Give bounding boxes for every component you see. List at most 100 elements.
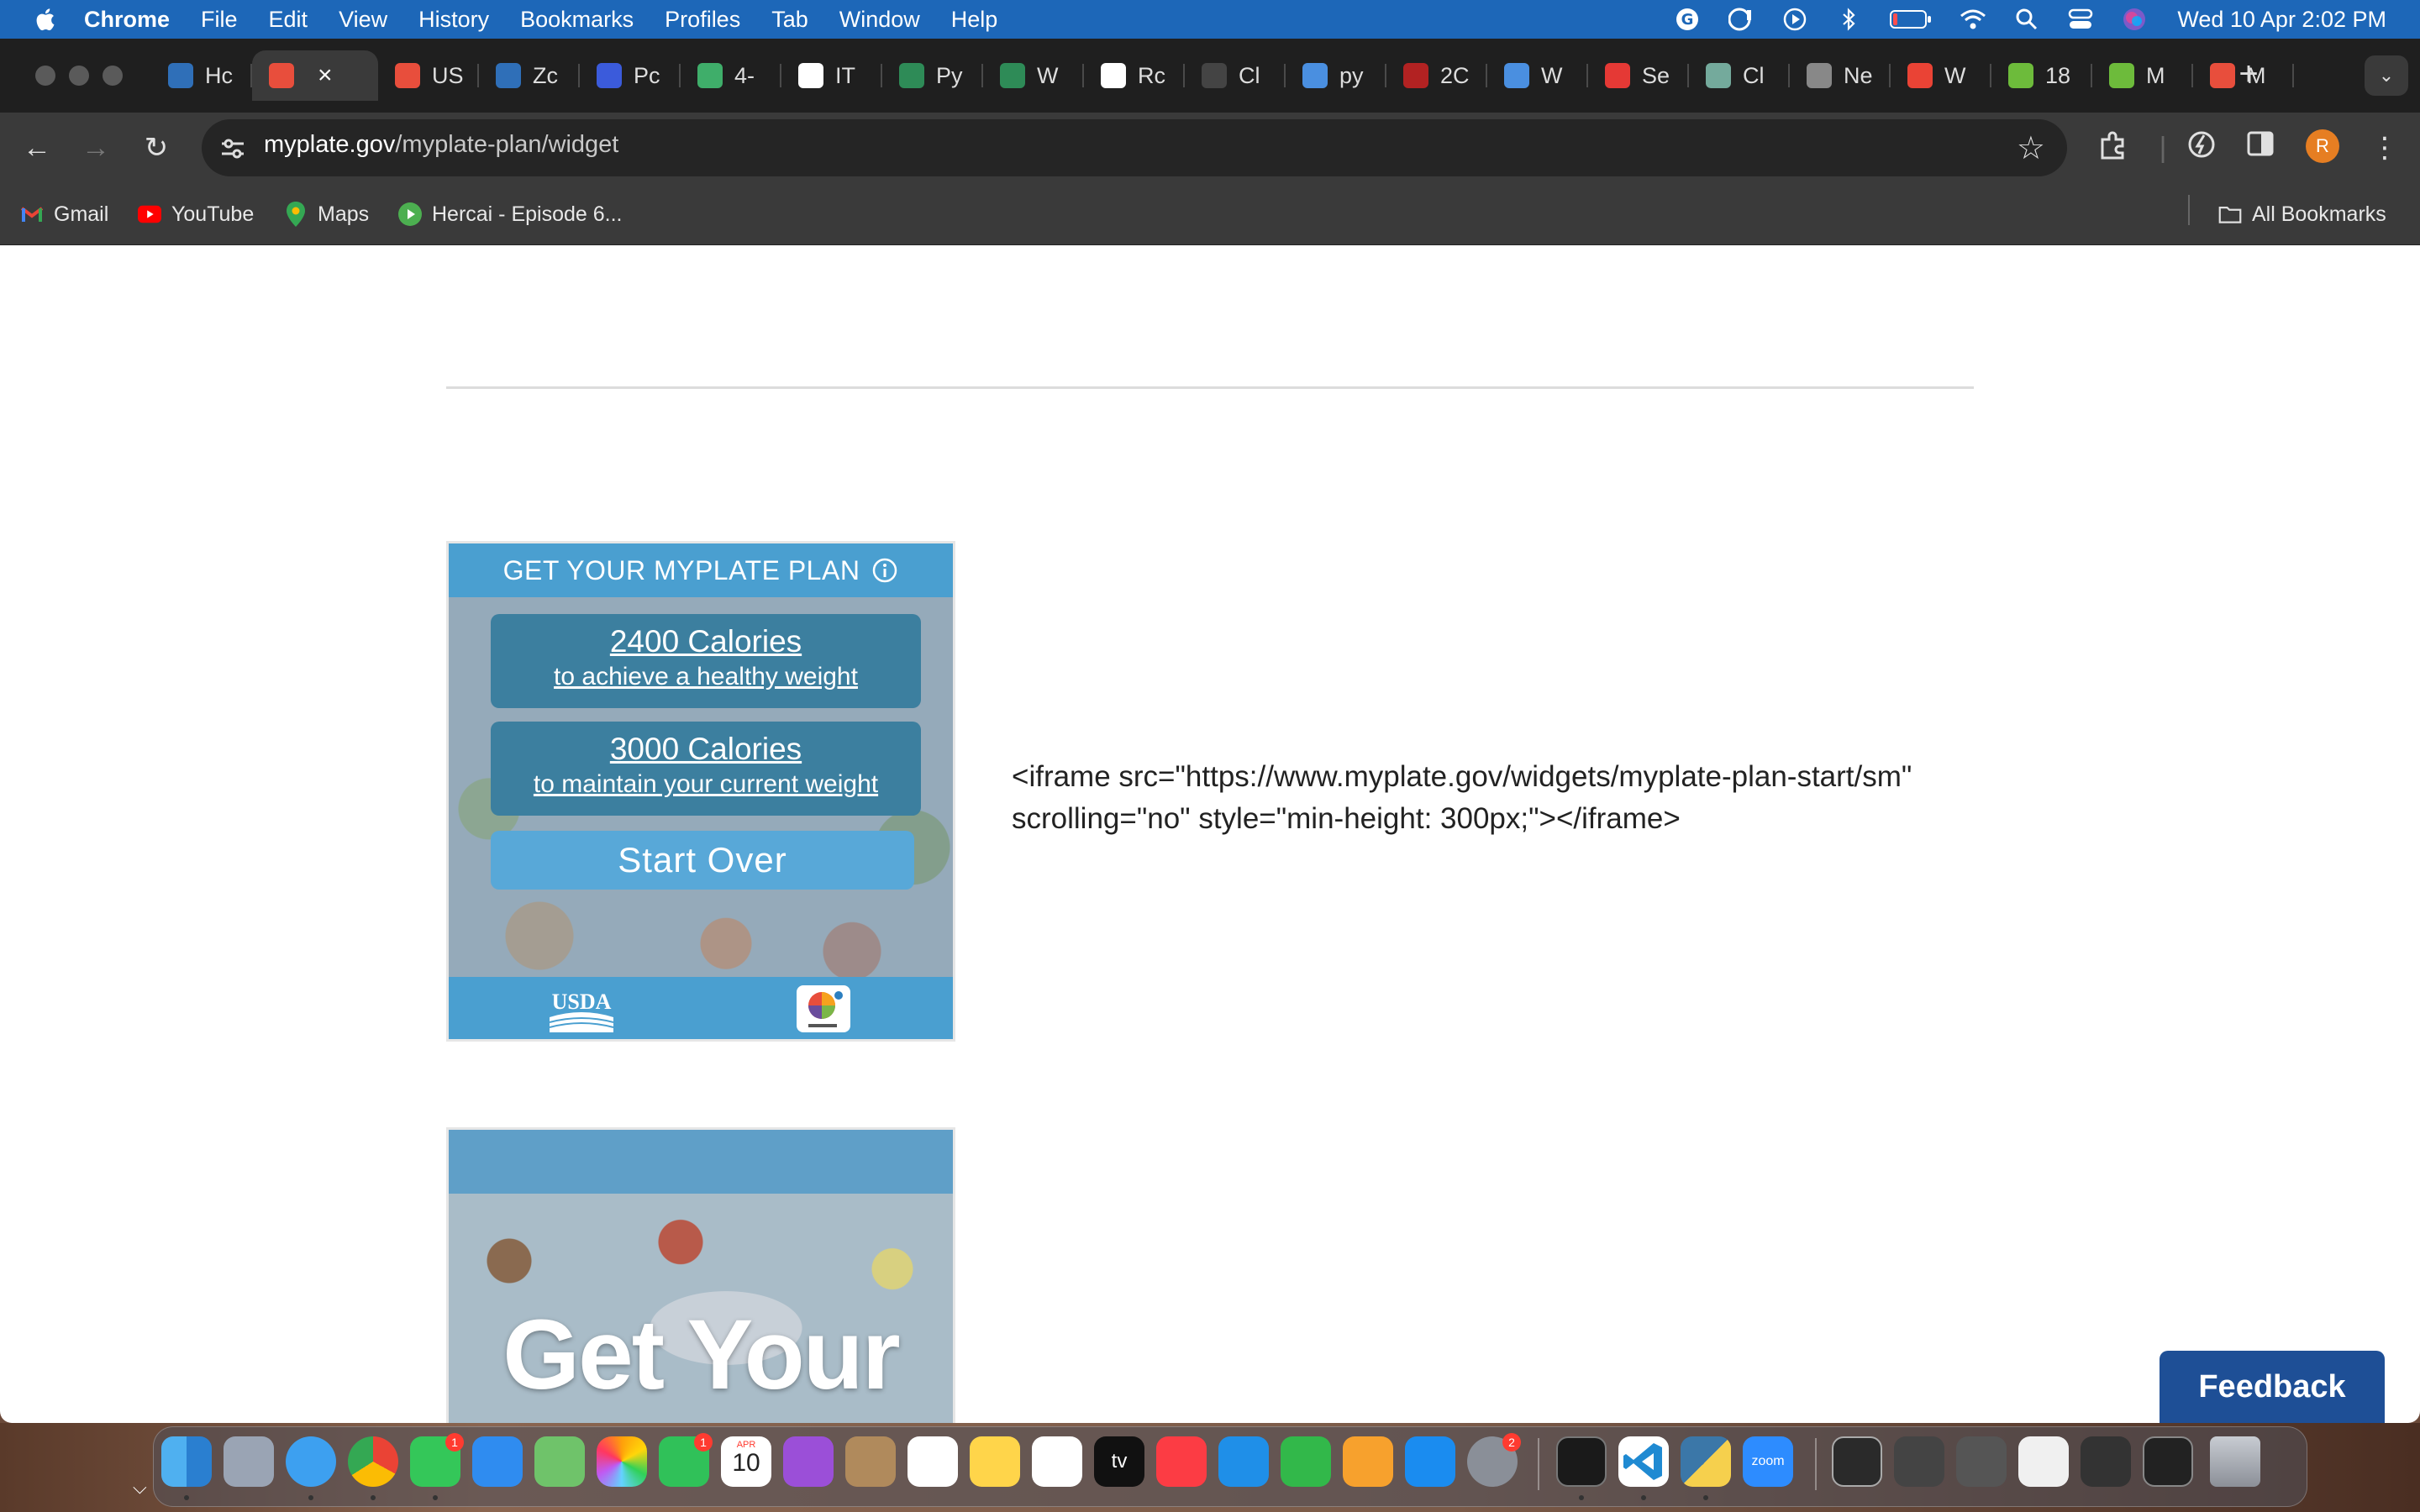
- tab[interactable]: 18: [1991, 50, 2092, 101]
- menu-tab[interactable]: Tab: [771, 7, 808, 33]
- menu-history[interactable]: History: [418, 7, 489, 33]
- bookmark-gmail[interactable]: Gmail: [20, 198, 108, 230]
- menu-file[interactable]: File: [201, 7, 238, 33]
- trash-icon[interactable]: [2210, 1436, 2260, 1487]
- calendar-icon[interactable]: APR 10: [721, 1436, 771, 1487]
- photos-icon[interactable]: [597, 1436, 647, 1487]
- media-play-icon[interactable]: [1781, 7, 1809, 32]
- zoom-icon[interactable]: zoom: [1743, 1436, 1793, 1487]
- tab[interactable]: Cl: [1689, 50, 1790, 101]
- tab[interactable]: Rc: [1084, 50, 1185, 101]
- window-close-button[interactable]: [35, 66, 55, 86]
- tab[interactable]: Pc: [580, 50, 681, 101]
- keynote-icon[interactable]: [1218, 1436, 1269, 1487]
- contacts-icon[interactable]: [845, 1436, 896, 1487]
- tab-close-icon[interactable]: ×: [318, 61, 333, 90]
- tab[interactable]: 2C: [1386, 50, 1487, 101]
- tab[interactable]: IT: [781, 50, 882, 101]
- tab[interactable]: Py: [882, 50, 983, 101]
- start-over-button[interactable]: Start Over: [491, 831, 914, 890]
- menu-help[interactable]: Help: [951, 7, 998, 33]
- pages-icon[interactable]: [1343, 1436, 1393, 1487]
- bluetooth-icon[interactable]: [1834, 7, 1863, 32]
- menubar-clock[interactable]: Wed 10 Apr 2:02 PM: [2177, 7, 2386, 33]
- tab[interactable]: Zc: [479, 50, 580, 101]
- grammarly-icon[interactable]: G: [1673, 7, 1702, 32]
- address-bar[interactable]: myplate.gov/myplate-plan/widget ☆: [202, 119, 2067, 176]
- spotlight-search-icon[interactable]: [2012, 7, 2041, 32]
- maps-app-icon[interactable]: [534, 1436, 585, 1487]
- side-panel-icon[interactable]: [2242, 129, 2279, 166]
- tab[interactable]: py: [1286, 50, 1386, 101]
- tab[interactable]: Se: [1588, 50, 1689, 101]
- recent-window-thumbnail[interactable]: [2143, 1436, 2193, 1487]
- menu-bookmarks[interactable]: Bookmarks: [520, 7, 634, 33]
- forward-button[interactable]: →: [77, 129, 114, 166]
- all-bookmarks-folder[interactable]: All Bookmarks: [2218, 198, 2386, 230]
- menu-window[interactable]: Window: [839, 7, 920, 33]
- window-zoom-button[interactable]: [103, 66, 123, 86]
- music-icon[interactable]: [1156, 1436, 1207, 1487]
- wifi-icon[interactable]: [1959, 7, 1987, 32]
- recent-window-thumbnail[interactable]: [2081, 1436, 2131, 1487]
- accessibility-alert-icon[interactable]: [1727, 7, 1755, 32]
- recent-window-thumbnail[interactable]: [2018, 1436, 2069, 1487]
- vscode-icon[interactable]: [1618, 1436, 1669, 1487]
- podcasts-icon[interactable]: [783, 1436, 834, 1487]
- menu-view[interactable]: View: [339, 7, 387, 33]
- apple-menu-icon[interactable]: [34, 7, 55, 32]
- recent-window-thumbnail[interactable]: [1832, 1436, 1882, 1487]
- python-launcher-icon[interactable]: [1681, 1436, 1731, 1487]
- recent-window-thumbnail[interactable]: [1956, 1436, 2007, 1487]
- address-url[interactable]: myplate.gov/myplate-plan/widget: [264, 131, 618, 159]
- menu-profiles[interactable]: Profiles: [665, 7, 740, 33]
- recent-window-thumbnail[interactable]: [1894, 1436, 1944, 1487]
- feedback-button[interactable]: Feedback: [2160, 1351, 2385, 1423]
- performance-icon[interactable]: [2183, 129, 2220, 166]
- tab[interactable]: W: [1487, 50, 1588, 101]
- tab[interactable]: Cl: [1185, 50, 1286, 101]
- profile-avatar[interactable]: R: [2306, 129, 2339, 163]
- window-minimize-button[interactable]: [69, 66, 89, 86]
- finder-icon[interactable]: [161, 1436, 212, 1487]
- new-tab-button[interactable]: +: [2230, 55, 2267, 92]
- usda-logo-icon[interactable]: USDA: [546, 987, 617, 1034]
- calories-option-maintain-weight[interactable]: 3000 Calories to maintain your current w…: [491, 722, 921, 816]
- dock-chevron-icon[interactable]: ⌵: [133, 1477, 147, 1499]
- extensions-puzzle-icon[interactable]: [2094, 129, 2131, 166]
- tab[interactable]: US: [378, 50, 479, 101]
- siri-icon[interactable]: [2120, 7, 2149, 32]
- tab[interactable]: W: [1891, 50, 1991, 101]
- battery-icon[interactable]: [1888, 7, 1933, 32]
- tab[interactable]: 4-: [681, 50, 781, 101]
- reload-button[interactable]: ↻: [138, 129, 175, 166]
- back-button[interactable]: ←: [18, 129, 55, 166]
- notes-icon[interactable]: [970, 1436, 1020, 1487]
- freeform-icon[interactable]: [1032, 1436, 1082, 1487]
- terminal-icon[interactable]: [1556, 1436, 1607, 1487]
- tab-search-button[interactable]: ⌄: [2365, 55, 2408, 96]
- bookmark-youtube[interactable]: YouTube: [138, 198, 254, 230]
- myplate-logo-icon[interactable]: [797, 985, 850, 1032]
- chrome-menu-icon[interactable]: ⋮: [2366, 129, 2403, 166]
- info-icon[interactable]: [871, 557, 898, 584]
- tab[interactable]: M: [2092, 50, 2193, 101]
- site-info-icon[interactable]: [218, 134, 247, 163]
- safari-icon[interactable]: [286, 1436, 336, 1487]
- calories-option-healthy-weight[interactable]: 2400 Calories to achieve a healthy weigh…: [491, 614, 921, 708]
- chrome-icon[interactable]: [348, 1436, 398, 1487]
- control-center-icon[interactable]: [2066, 7, 2095, 32]
- mail-icon[interactable]: [472, 1436, 523, 1487]
- menu-app-name[interactable]: Chrome: [84, 7, 170, 33]
- tab[interactable]: Ne: [1790, 50, 1891, 101]
- tab[interactable]: Hc: [151, 50, 252, 101]
- bookmark-hercai[interactable]: Hercai - Episode 6...: [398, 198, 623, 230]
- app-store-icon[interactable]: [1405, 1436, 1455, 1487]
- reminders-icon[interactable]: [908, 1436, 958, 1487]
- tab-active[interactable]: ×: [252, 50, 378, 101]
- bookmark-star-icon[interactable]: ☆: [2017, 129, 2045, 167]
- numbers-icon[interactable]: [1281, 1436, 1331, 1487]
- tab[interactable]: W: [983, 50, 1084, 101]
- bookmark-maps[interactable]: Maps: [284, 198, 369, 230]
- apple-tv-icon[interactable]: tv: [1094, 1436, 1144, 1487]
